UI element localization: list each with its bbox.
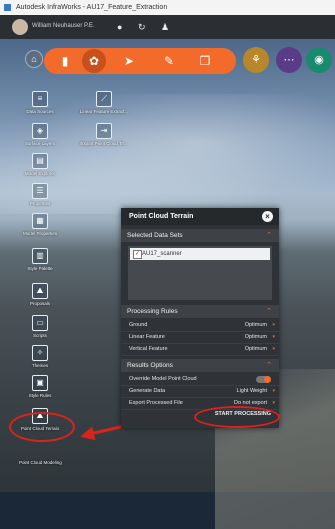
window-title-bar: Autodesk InfraWorks - AU17_Feature_Extra… xyxy=(0,0,335,15)
avatar[interactable] xyxy=(12,19,28,35)
settings-gear-icon[interactable]: ✿ xyxy=(82,49,106,73)
app-logo-icon xyxy=(4,4,11,11)
section-selected-data-sets[interactable]: Selected Data Sets ⌃ xyxy=(121,229,279,242)
username-label[interactable]: William Neuhauser P.E. xyxy=(32,23,95,29)
tool-properties[interactable]: ☰ Properties xyxy=(20,183,60,206)
panel-title: Point Cloud Terrain xyxy=(121,208,279,225)
sketch-pen-icon[interactable]: ✎ xyxy=(157,49,181,73)
section-processing-rules[interactable]: Processing Rules ⌃ xyxy=(121,305,279,318)
chevron-up-icon: ⌃ xyxy=(266,232,272,239)
tool-model-explorer[interactable]: ▤ Model Explorer xyxy=(20,153,60,176)
override-toggle[interactable] xyxy=(256,376,271,383)
tool-export-point-cloud[interactable]: ⇥ Export Point Cloud Te... xyxy=(76,123,132,146)
chevron-down-icon: ▾ xyxy=(272,388,275,394)
tool-style-rules[interactable]: ▣ Style Rules xyxy=(20,375,60,398)
layers-icon[interactable]: ❐ xyxy=(193,49,217,73)
linear-feature-icon: ⟋ xyxy=(96,91,112,107)
proposals-icon: ⛰ xyxy=(32,283,48,299)
select-cursor-icon[interactable]: ➤ xyxy=(117,49,141,73)
close-icon[interactable]: × xyxy=(262,211,273,222)
settings-gear-icon[interactable]: ● xyxy=(117,21,122,33)
tool-point-cloud-modeling[interactable]: Point Cloud Modeling xyxy=(19,460,62,465)
style-rules-icon: ▣ xyxy=(32,375,48,391)
rule-vertical-feature[interactable]: Vertical Feature Optimum ▾ xyxy=(121,344,279,356)
model-explorer-icon: ▤ xyxy=(32,153,48,169)
tool-scripts[interactable]: ▭ Scripts xyxy=(20,315,60,338)
dataset-list: ✓ AU17_scanner xyxy=(128,246,272,300)
chevron-down-icon: ▾ xyxy=(272,400,275,406)
annotation-circle-tool xyxy=(9,412,75,442)
tool-model-properties[interactable]: ▦ Model Properties xyxy=(20,213,60,236)
home-icon[interactable]: ⌂ xyxy=(25,50,43,68)
tool-proposals[interactable]: ⛰ Proposals xyxy=(20,283,60,306)
point-cloud-terrain-panel: Point Cloud Terrain × Selected Data Sets… xyxy=(121,208,279,428)
model-tools-icon[interactable]: ▮ xyxy=(53,49,77,73)
rule-ground[interactable]: Ground Optimum ▾ xyxy=(121,320,279,332)
style-palette-icon: ▥ xyxy=(32,248,48,264)
checkbox[interactable]: ✓ xyxy=(133,250,142,259)
chevron-down-icon: ▾ xyxy=(272,322,275,328)
window-title: Autodesk InfraWorks - AU17_Feature_Extra… xyxy=(16,4,168,11)
annotation-circle-start xyxy=(194,406,280,428)
view-tool-icon[interactable]: ◉ xyxy=(306,47,332,73)
chevron-up-icon: ⌃ xyxy=(266,362,272,369)
tool-themes[interactable]: ✧ Themes xyxy=(20,345,60,368)
database-icon: ≡ xyxy=(32,91,48,107)
model-properties-icon: ▦ xyxy=(32,213,48,229)
section-results-options[interactable]: Results Options ⌃ xyxy=(121,359,279,372)
tool-style-palette[interactable]: ▥ Style Palette xyxy=(20,248,60,271)
rule-linear-feature[interactable]: Linear Feature Optimum ▾ xyxy=(121,332,279,344)
chevron-down-icon: ▾ xyxy=(272,334,275,340)
properties-icon: ☰ xyxy=(32,183,48,199)
themes-icon: ✧ xyxy=(32,345,48,361)
chevron-down-icon: ▾ xyxy=(272,346,275,352)
terrain-tool-icon[interactable]: ⚘ xyxy=(243,47,269,73)
option-generate-data[interactable]: Generate Data Light Weight ▾ xyxy=(121,386,279,398)
scripts-icon: ▭ xyxy=(32,315,48,331)
overlay-tool-icon[interactable]: ⋯ xyxy=(276,47,302,73)
user-icon[interactable]: ♟ xyxy=(161,21,169,33)
option-override-model[interactable]: Override Model Point Cloud xyxy=(121,374,279,386)
chevron-up-icon: ⌃ xyxy=(266,308,272,315)
list-item[interactable]: ✓ AU17_scanner xyxy=(130,248,270,260)
surface-layers-icon: ◈ xyxy=(32,123,48,139)
tool-surface-layers[interactable]: ◈ Surface Layers xyxy=(20,123,60,146)
tool-linear-feature[interactable]: ⟋ Linear Feature Extract... xyxy=(76,91,132,114)
sync-icon[interactable]: ↻ xyxy=(138,21,146,33)
export-icon: ⇥ xyxy=(96,123,112,139)
tool-data-sources[interactable]: ≡ Data Sources xyxy=(20,91,60,114)
